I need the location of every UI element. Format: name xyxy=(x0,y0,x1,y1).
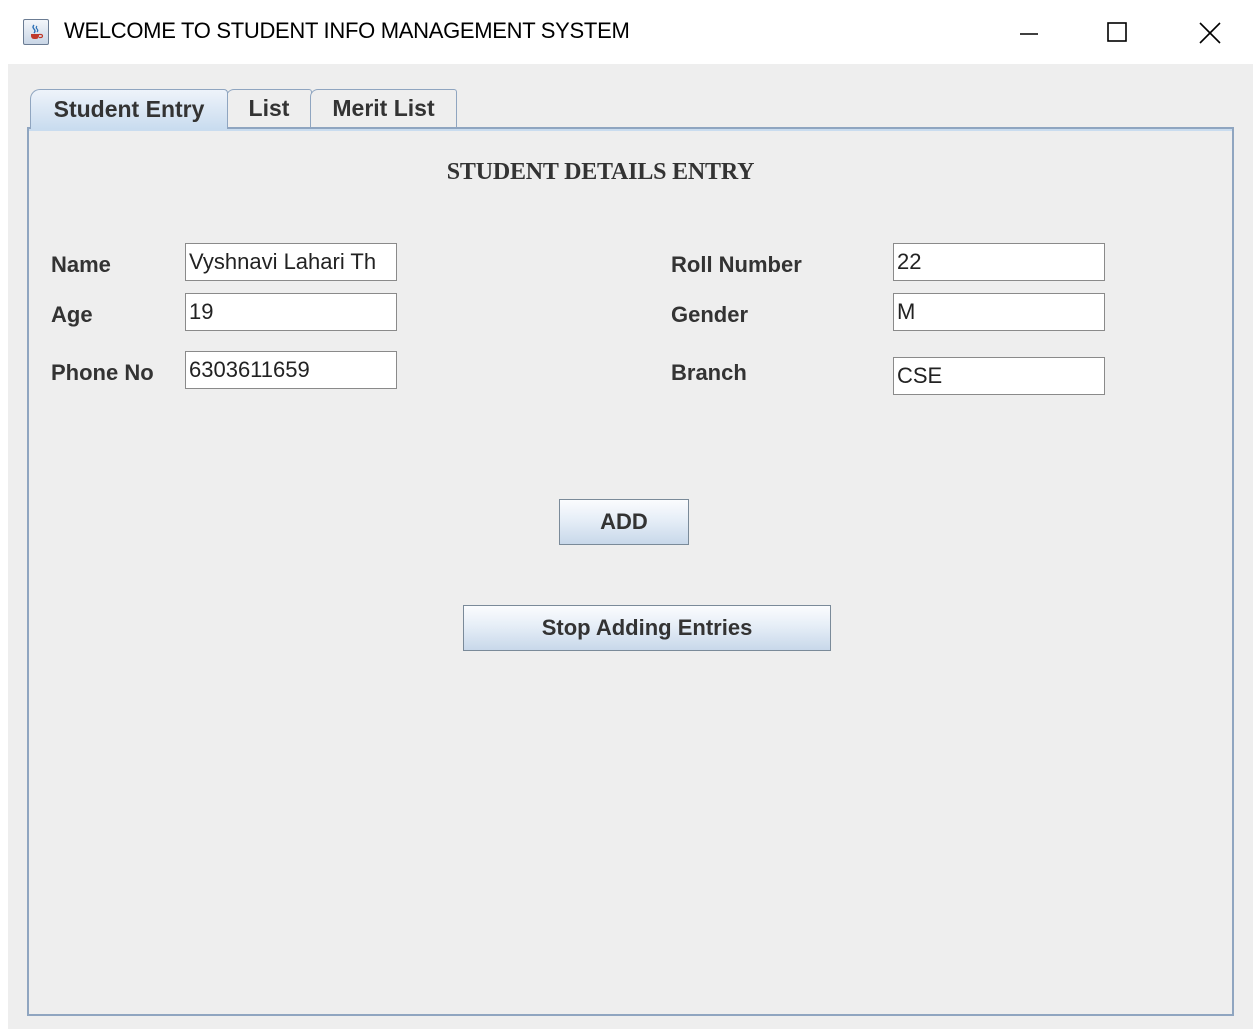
phone-label: Phone No xyxy=(51,360,154,385)
age-label: Age xyxy=(51,302,93,327)
branch-input[interactable]: CSE xyxy=(893,357,1105,395)
roll-number-input[interactable]: 22 xyxy=(893,243,1105,281)
form-heading-text: STUDENT DETAILS ENTRY xyxy=(446,159,755,185)
tab-merit-list[interactable]: Merit List xyxy=(310,89,457,127)
roll-number-label: Roll Number xyxy=(671,252,802,277)
window-title: WELCOME TO STUDENT INFO MANAGEMENT SYSTE… xyxy=(64,18,630,43)
phone-input[interactable]: 6303611659 xyxy=(185,351,397,389)
application-window: WELCOME TO STUDENT INFO MANAGEMENT SYSTE… xyxy=(0,0,1253,1029)
title-bar[interactable]: WELCOME TO STUDENT INFO MANAGEMENT SYSTE… xyxy=(0,0,1253,64)
gender-input[interactable]: M xyxy=(893,293,1105,331)
age-input[interactable]: 19 xyxy=(185,293,397,331)
close-button[interactable] xyxy=(1186,10,1232,54)
close-icon xyxy=(1199,22,1221,44)
student-entry-panel: STUDENT DETAILS ENTRY Name Vyshnavi Laha… xyxy=(27,127,1234,1016)
maximize-icon xyxy=(1107,22,1127,42)
gender-label: Gender xyxy=(671,302,749,327)
client-area: Student Entry List Merit List STUDENT DE… xyxy=(8,64,1253,1029)
tab-student-entry[interactable]: Student Entry xyxy=(30,89,228,129)
form-heading: STUDENT DETAILS ENTRY xyxy=(29,159,1232,186)
minimize-icon xyxy=(1020,33,1038,35)
tab-list[interactable]: List xyxy=(226,89,312,127)
name-input[interactable]: Vyshnavi Lahari Th xyxy=(185,243,397,281)
panel-content: STUDENT DETAILS ENTRY Name Vyshnavi Laha… xyxy=(29,129,1232,1014)
java-cup-icon[interactable] xyxy=(23,19,49,45)
name-label: Name xyxy=(51,252,111,277)
branch-label: Branch xyxy=(671,360,747,385)
stop-adding-entries-button[interactable]: Stop Adding Entries xyxy=(463,605,831,651)
minimize-button[interactable] xyxy=(1006,10,1052,54)
maximize-button[interactable] xyxy=(1094,10,1140,54)
add-button[interactable]: ADD xyxy=(559,499,689,545)
